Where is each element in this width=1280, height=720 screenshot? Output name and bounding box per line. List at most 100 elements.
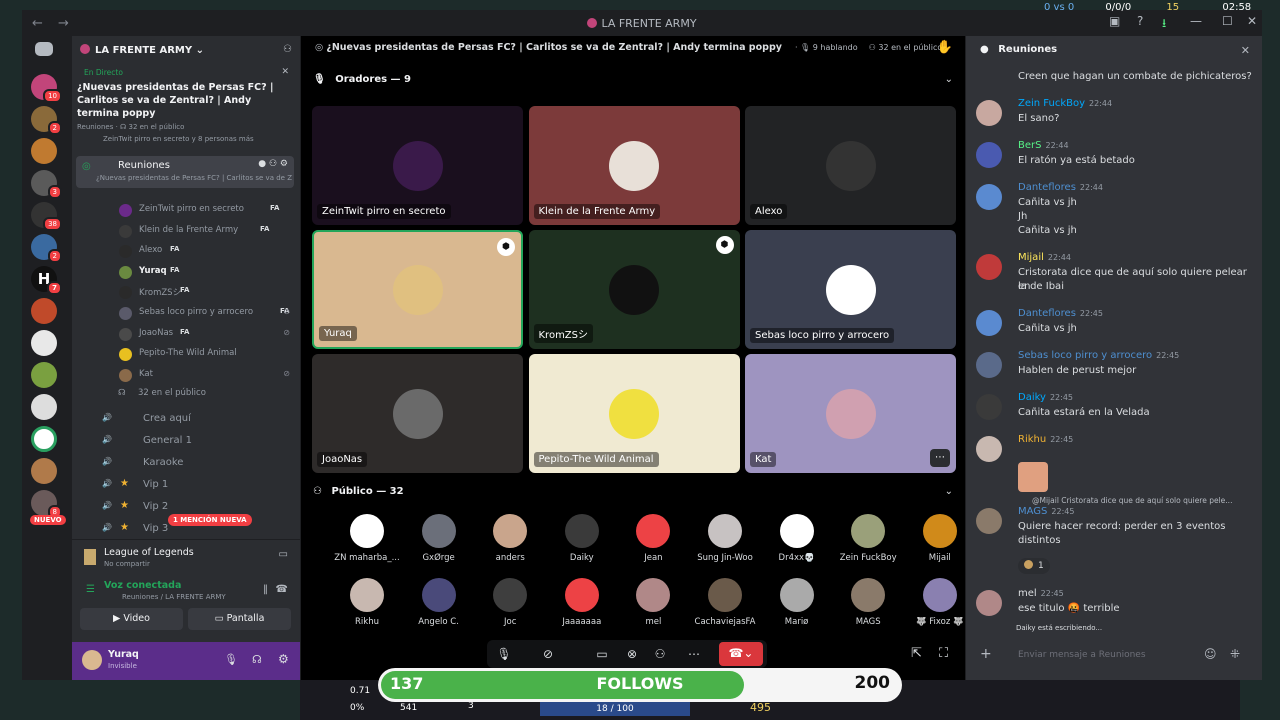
audience-member[interactable]: 🐺 Fixoz 🐺 [905, 578, 975, 627]
raise-hand-icon[interactable]: ✋ [937, 40, 953, 55]
audience-member[interactable]: ZN maharba_... [332, 514, 402, 563]
gear-icon[interactable]: ⚙ [278, 652, 289, 666]
audience-member[interactable]: Mariø [762, 578, 832, 627]
voice-member[interactable]: JoaoNas FA ⊘ [72, 326, 300, 342]
fullscreen-icon[interactable]: ⛶ [939, 646, 948, 661]
message-author[interactable]: Danteflores 22:45 [1018, 308, 1103, 319]
plus-icon[interactable]: + [980, 646, 992, 662]
message-author[interactable]: Danteflores 22:44 [1018, 182, 1103, 193]
server-icon[interactable] [31, 458, 57, 484]
voice-channel[interactable]: 🔊 Crea aquí [72, 412, 300, 428]
voice-member[interactable]: ZeinTwit pirro en secreto FA [72, 202, 300, 218]
speaker-tile[interactable]: JoaoNas [312, 354, 523, 473]
screen-button[interactable]: ▭ Pantalla [188, 608, 291, 630]
server-icon[interactable] [31, 362, 57, 388]
camera-off-icon[interactable]: ⊘ [537, 643, 559, 665]
avatar[interactable] [976, 436, 1002, 462]
voice-member[interactable]: Sebas loco pirro y arrocero FA ⊘ [72, 305, 300, 321]
server-icon[interactable] [31, 138, 57, 164]
message-author[interactable]: Zein FuckBoy 22:44 [1018, 98, 1112, 109]
server-icon[interactable]: 8 [31, 490, 62, 519]
activity-off-icon[interactable]: ⊗ [621, 643, 643, 665]
voice-member[interactable]: KromZSシ FA [72, 284, 300, 300]
avatar[interactable] [976, 352, 1002, 378]
speaker-tile[interactable]: Yuraq ⬢ [312, 230, 523, 349]
server-icon[interactable] [31, 298, 57, 324]
audience-member[interactable]: anders [475, 514, 545, 563]
speaker-tile[interactable]: Kat ⋯ [745, 354, 956, 473]
audience-member[interactable]: Rikhu [332, 578, 402, 627]
download-icon[interactable]: ⭳ [1162, 14, 1166, 35]
avatar[interactable] [976, 254, 1002, 280]
server-icon[interactable]: 10 [31, 74, 62, 103]
video-button[interactable]: ▶ Video [80, 608, 183, 630]
message-author[interactable]: Sebas loco pirro y arrocero 22:45 [1018, 350, 1179, 361]
audience-member[interactable]: MAGS [833, 578, 903, 627]
apps-icon[interactable]: ⁜ [1230, 647, 1240, 661]
audience-member[interactable]: mel [618, 578, 688, 627]
server-icon[interactable]: 38 [31, 202, 62, 231]
message-author[interactable]: Rikhu 22:45 [1018, 434, 1073, 445]
audience-member[interactable]: Jaaaaaaa [547, 578, 617, 627]
audience-row[interactable]: ☊ 32 en el público [72, 388, 300, 402]
discord-home-icon[interactable] [35, 42, 53, 56]
add-member-icon[interactable]: ⚇ [283, 44, 292, 55]
popout-icon[interactable]: ⇱ [911, 646, 922, 661]
mic-icon[interactable]: 🎙 [224, 653, 238, 666]
close-icon[interactable]: ✕ [1247, 14, 1257, 28]
more-icon[interactable]: ⋯ [930, 449, 950, 467]
audience-member[interactable]: CachaviejasFA [690, 578, 760, 627]
server-icon[interactable] [31, 394, 57, 420]
message-author[interactable]: mel 22:45 [1018, 588, 1064, 599]
headset-icon[interactable]: ☊ [252, 653, 262, 666]
mic-icon[interactable]: 🎙 [493, 643, 515, 665]
voice-channel[interactable]: 🔊 Vip 1 ★ [72, 478, 300, 494]
reaction-chip[interactable]: 1 [1018, 558, 1050, 574]
audience-member[interactable]: GxØrge [404, 514, 474, 563]
activity-panel[interactable]: League of Legends No compartir ▭ [72, 539, 300, 575]
speaker-tile[interactable]: Sebas loco pirro y arrocero [745, 230, 956, 349]
invite-icon[interactable]: ⚇ [649, 643, 671, 665]
avatar[interactable] [976, 394, 1002, 420]
voice-channel[interactable]: 🔊 General 1 [72, 434, 300, 450]
server-icon[interactable]: H7 [31, 266, 62, 295]
more-icon[interactable]: ⋯ [683, 643, 705, 665]
voice-member[interactable]: Pepito-The Wild Animal [72, 346, 300, 362]
voice-member[interactable]: Kat ⊘ [72, 367, 300, 383]
leave-button[interactable]: ☎⌄ [719, 642, 763, 666]
message-author[interactable]: Daiky 22:45 [1018, 392, 1073, 403]
message-composer[interactable]: + Enviar mensaje a Reuniones ☺ ⁜ [974, 642, 1254, 670]
channel-actions[interactable]: ● ⚇ ⚙ [258, 159, 288, 169]
server-header[interactable]: LA FRENTE ARMY ⌄ ⚇ [80, 44, 292, 60]
avatar[interactable] [82, 650, 102, 670]
avatar[interactable] [976, 142, 1002, 168]
reply-preview[interactable]: @Mijail Cristorata dice que de aquí solo… [1032, 496, 1254, 505]
emoji-icon[interactable]: ☺ [1204, 647, 1217, 661]
audience-member[interactable]: Joc [475, 578, 545, 627]
channel-reuniones[interactable]: ◎ Reuniones ● ⚇ ⚙ ¿Nuevas presidentas de… [76, 156, 294, 188]
audience-member[interactable]: Daiky [547, 514, 617, 563]
speaker-tile[interactable]: KromZSシ ⬢ [528, 230, 740, 349]
avatar[interactable] [976, 100, 1002, 126]
audience-member[interactable]: Sung Jin-Woo [690, 514, 760, 563]
server-icon[interactable] [31, 330, 57, 356]
speaker-tile[interactable]: ZeinTwit pirro en secreto [312, 106, 523, 225]
audience-member[interactable]: Mijail [905, 514, 975, 563]
message-author[interactable]: MAGS 22:45 [1018, 506, 1074, 517]
screen-share-icon[interactable]: ▭ [279, 549, 288, 560]
voice-member[interactable]: Yuraq FA [72, 264, 300, 280]
audience-member[interactable]: Dr4xx💀 [762, 514, 832, 563]
soundboard-icon[interactable]: ‖ [263, 584, 268, 595]
server-icon[interactable] [31, 426, 57, 452]
voice-member[interactable]: Klein de la Frente Army FA [72, 223, 300, 239]
live-event-card[interactable]: En Directo ✕ ¿Nuevas presidentas de Pers… [77, 67, 295, 148]
public-header[interactable]: ⚇ Público — 32 [313, 486, 404, 497]
new-badge[interactable]: NUEVO [30, 515, 66, 525]
screen-share-icon[interactable]: ▭ [591, 643, 613, 665]
voice-channel[interactable]: 🔊 Karaoke [72, 456, 300, 472]
close-icon[interactable]: ✕ [1241, 44, 1250, 57]
voice-member[interactable]: Alexo FA [72, 243, 300, 259]
avatar[interactable] [976, 184, 1002, 210]
speaker-tile[interactable]: Pepito-The Wild Animal [528, 354, 740, 473]
speaker-tile[interactable]: Alexo [745, 106, 956, 225]
